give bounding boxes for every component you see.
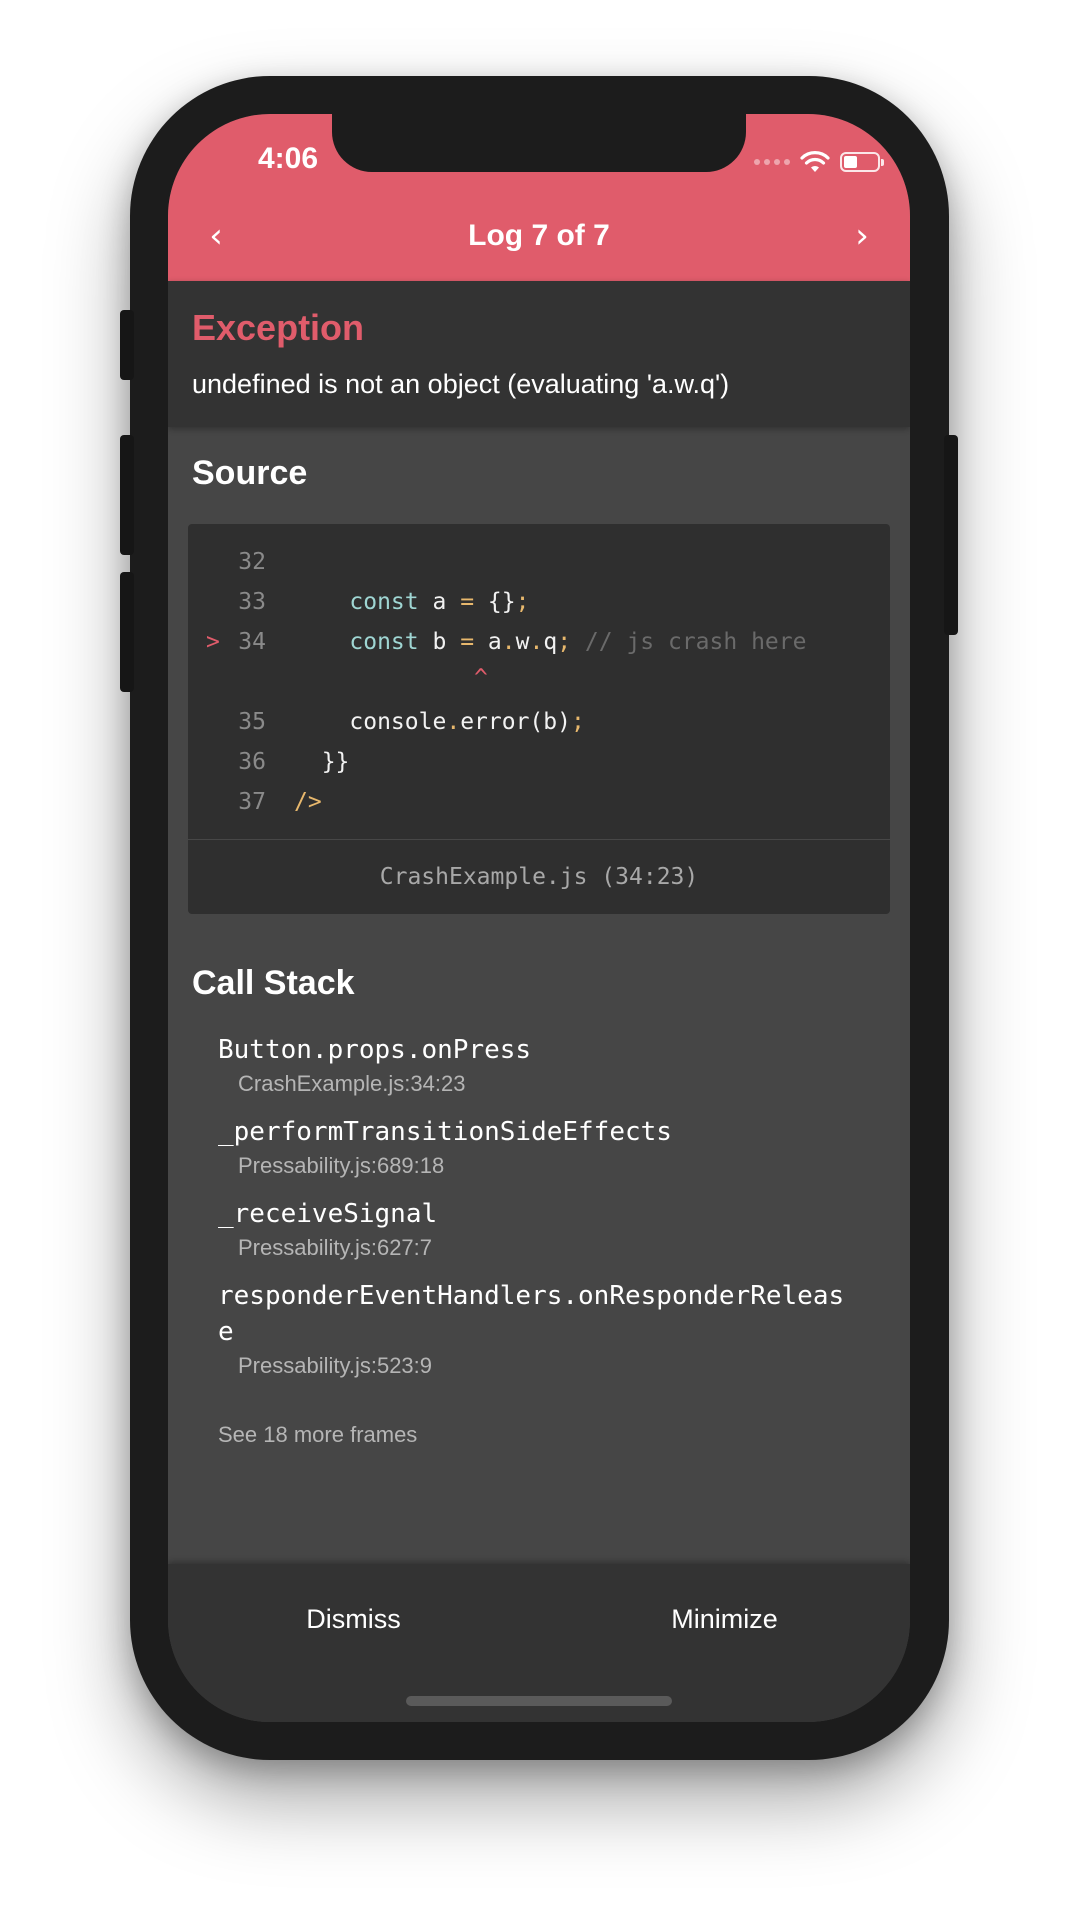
- line-number: 32: [238, 549, 266, 575]
- frame-location: CrashExample.js:34:23: [238, 1071, 466, 1096]
- screen: 4:06 ‹ Log 7 of 7 › Exception undefined …: [168, 114, 910, 1722]
- code-lines: 32 33 const a = {}; >34 const b = a.w.q; /…: [188, 542, 890, 822]
- frame-location: Pressability.js:627:7: [238, 1235, 433, 1260]
- wifi-icon: [800, 151, 830, 172]
- battery-level: [844, 156, 857, 168]
- log-header: 4:06 ‹ Log 7 of 7 ›: [168, 114, 910, 281]
- stack-frame[interactable]: _performTransitionSideEffects Pressabilit…: [218, 1114, 858, 1182]
- signal-icon: [754, 159, 790, 165]
- code-line: 33 const a = {};: [188, 582, 890, 622]
- line-code: const a = {};: [349, 589, 530, 615]
- line-number: 37: [238, 789, 266, 815]
- line-code: />: [294, 789, 322, 815]
- home-indicator[interactable]: [406, 1696, 672, 1706]
- see-more-frames-button[interactable]: See 18 more frames: [218, 1422, 417, 1448]
- source-heading: Source: [192, 454, 308, 492]
- call-stack-heading: Call Stack: [192, 964, 355, 1002]
- mute-switch: [120, 310, 134, 380]
- chevron-left-icon: ‹: [209, 216, 223, 256]
- status-time: 4:06: [257, 142, 319, 175]
- exception-section: Exception undefined is not an object (ev…: [168, 281, 910, 427]
- frame-function-name: Button.props.onPress: [218, 1035, 532, 1065]
- line-number: 35: [238, 709, 266, 735]
- power-button: [944, 435, 958, 635]
- code-line: 35 console.error(b);: [188, 702, 890, 742]
- code-line: 36 }}: [188, 742, 890, 782]
- line-code: console.error(b);: [294, 709, 585, 735]
- dismiss-button[interactable]: Dismiss: [168, 1594, 539, 1644]
- code-file-label[interactable]: CrashExample.js (34:23): [188, 839, 890, 914]
- log-counter-title: Log 7 of 7: [468, 219, 610, 252]
- code-line: 37 />: [188, 782, 890, 822]
- line-code: const b = a.w.q; // js crash here: [349, 629, 807, 655]
- frame-location: Pressability.js:523:9: [238, 1353, 433, 1378]
- error-caret-row: ^: [188, 662, 890, 702]
- stack-frame[interactable]: _receiveSignal Pressability.js:627:7: [218, 1196, 858, 1264]
- call-stack-frames: Button.props.onPress CrashExample.js:34:2…: [218, 1032, 858, 1396]
- notch: [332, 114, 746, 172]
- volume-down-button: [120, 572, 134, 692]
- status-icons: [754, 148, 884, 176]
- frame-function-name: responderEventHandlers.onResponderReleas…: [218, 1281, 845, 1347]
- battery-icon: [840, 152, 884, 172]
- line-number: 34: [238, 629, 266, 655]
- error-line-marker: >: [206, 629, 220, 655]
- frame-function-name: _receiveSignal: [218, 1199, 438, 1229]
- stage: 4:06 ‹ Log 7 of 7 › Exception undefined …: [0, 0, 1090, 1928]
- next-log-button[interactable]: ›: [840, 214, 884, 258]
- volume-up-button: [120, 435, 134, 555]
- frame-location: Pressability.js:689:18: [238, 1153, 445, 1178]
- exception-title: Exception: [192, 307, 365, 348]
- code-line: 32: [188, 542, 890, 582]
- error-caret: ^: [294, 665, 488, 691]
- code-frame[interactable]: 32 33 const a = {}; >34 const b = a.w.q; /…: [188, 524, 890, 914]
- stack-frame[interactable]: Button.props.onPress CrashExample.js:34:2…: [218, 1032, 858, 1100]
- exception-message: undefined is not an object (evaluating '…: [192, 369, 730, 399]
- stack-frame[interactable]: responderEventHandlers.onResponderReleas…: [218, 1278, 858, 1382]
- line-number: 36: [238, 749, 266, 775]
- minimize-button[interactable]: Minimize: [539, 1594, 910, 1644]
- footer-bar: Dismiss Minimize: [168, 1564, 910, 1722]
- chevron-right-icon: ›: [855, 216, 869, 256]
- line-number: 33: [238, 589, 266, 615]
- line-code: }}: [294, 749, 350, 775]
- code-line: >34 const b = a.w.q; // js crash here: [188, 622, 890, 662]
- frame-function-name: _performTransitionSideEffects: [218, 1117, 672, 1147]
- previous-log-button[interactable]: ‹: [194, 214, 238, 258]
